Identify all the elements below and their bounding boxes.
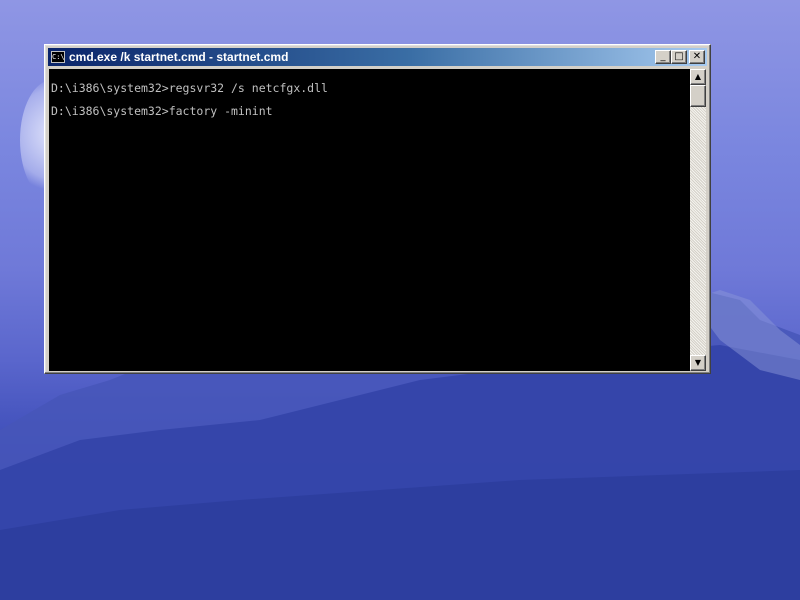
vertical-scrollbar[interactable]: ▲ ▼ — [690, 69, 706, 371]
window-controls: _ □ ✕ — [655, 50, 705, 64]
scroll-up-button[interactable]: ▲ — [690, 69, 706, 85]
arrow-down-icon: ▼ — [694, 358, 702, 367]
minimize-icon: _ — [660, 51, 666, 62]
maximize-button[interactable]: □ — [671, 50, 687, 64]
scrollbar-thumb[interactable] — [690, 85, 706, 107]
scroll-down-button[interactable]: ▼ — [690, 355, 706, 371]
cmd-window: C:\ cmd.exe /k startnet.cmd - startnet.c… — [44, 44, 711, 374]
close-button[interactable]: ✕ — [689, 50, 705, 64]
arrow-up-icon: ▲ — [694, 72, 702, 81]
close-icon: ✕ — [692, 51, 702, 62]
cmd-icon[interactable]: C:\ — [51, 51, 65, 63]
window-title: cmd.exe /k startnet.cmd - startnet.cmd — [69, 50, 289, 64]
console-line: D:\i386\system32>factory -minint — [51, 104, 273, 118]
title-bar[interactable]: C:\ cmd.exe /k startnet.cmd - startnet.c… — [48, 48, 707, 66]
console-line: D:\i386\system32>regsvr32 /s netcfgx.dll — [51, 81, 328, 95]
maximize-icon: □ — [674, 51, 684, 62]
minimize-button[interactable]: _ — [655, 50, 671, 64]
console-output[interactable]: D:\i386\system32>regsvr32 /s netcfgx.dll… — [49, 69, 690, 371]
